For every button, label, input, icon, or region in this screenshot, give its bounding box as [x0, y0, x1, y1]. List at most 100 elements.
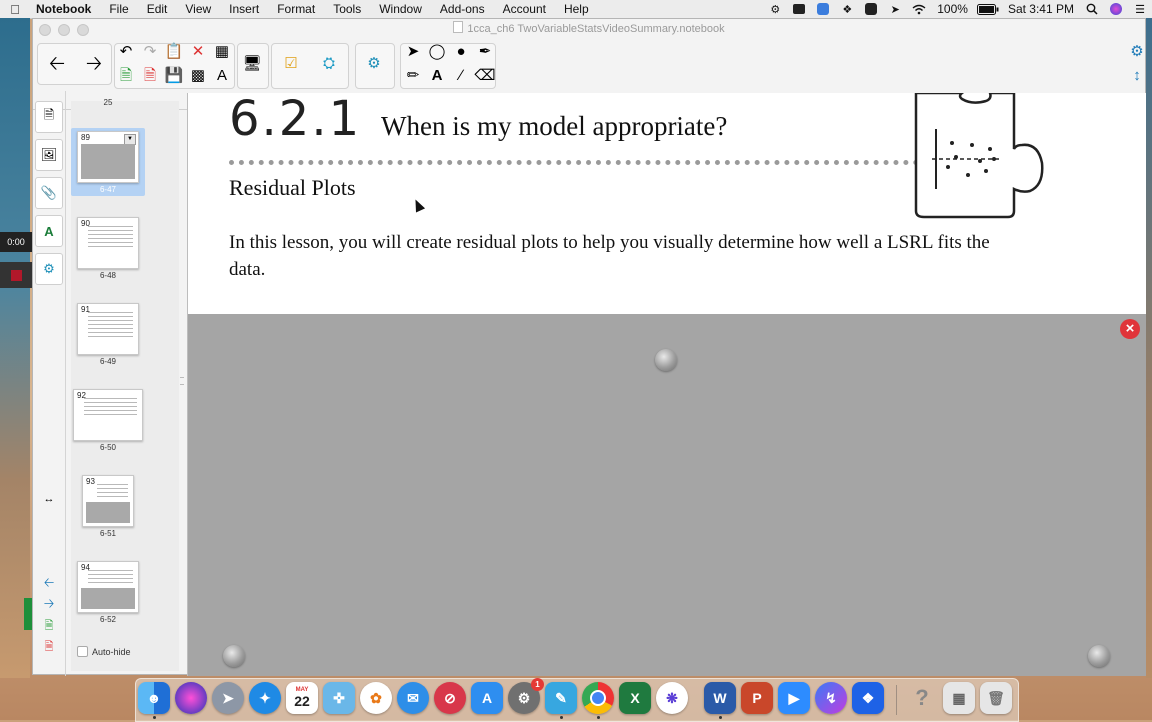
chrome-icon[interactable] [582, 682, 614, 714]
select-tool-icon[interactable]: ➤ [403, 41, 423, 61]
line-tool-icon[interactable]: ∕ [451, 65, 471, 85]
messages-icon[interactable]: ✉ [397, 682, 429, 714]
page-thumbnail[interactable]: 90 6-48 [71, 217, 145, 280]
sidebar-next-page-icon[interactable]: 🡢 [37, 596, 61, 614]
excel-icon[interactable]: X [619, 682, 651, 714]
redo-icon[interactable]: ↷ [140, 41, 160, 61]
menu-edit[interactable]: Edit [138, 2, 177, 16]
menu-format[interactable]: Format [268, 2, 324, 16]
auto-hide-checkbox[interactable] [77, 646, 88, 657]
menu-file[interactable]: File [100, 2, 137, 16]
settings-gear-icon[interactable]: ⚙ [1127, 41, 1147, 61]
auto-hide-toggle[interactable]: Auto-hide [77, 646, 131, 657]
gear-status-icon[interactable]: ⚙ [766, 2, 784, 16]
lab-activity-icon[interactable]: ⛭ [319, 53, 339, 73]
shapes-tool-icon[interactable]: ◯ [427, 41, 447, 61]
magic-pen-icon[interactable]: ✒ [475, 41, 495, 61]
delete-icon[interactable]: ✕ [188, 41, 208, 61]
handwriting-recognition-icon[interactable]: A [212, 65, 232, 85]
properties-tab[interactable]: A [35, 215, 63, 247]
delete-page-icon[interactable]: 🗎 [140, 65, 160, 85]
page-thumbnail[interactable]: 91 6-49 [71, 303, 145, 366]
insert-table-icon[interactable]: ▦ [212, 41, 232, 61]
zoom-icon[interactable]: ▶ [778, 682, 810, 714]
dropbox-icon[interactable]: ❖ [852, 682, 884, 714]
previous-page-button[interactable]: 🡠 [43, 49, 71, 79]
record-button[interactable] [0, 262, 32, 288]
shade-handle-top[interactable] [655, 349, 677, 371]
page-thumbnail[interactable]: 89 ▼ 6-47 [71, 128, 145, 196]
safari-icon[interactable]: ✦ [249, 682, 281, 714]
system-preferences-icon[interactable]: ⚙ 1 [508, 678, 544, 714]
undo-icon[interactable]: ↶ [116, 41, 136, 61]
menu-tools[interactable]: Tools [324, 2, 370, 16]
menu-add-ons[interactable]: Add-ons [431, 2, 494, 16]
sidebar-add-page-icon[interactable]: 🗎 [37, 618, 61, 634]
word-icon[interactable]: W [704, 682, 736, 714]
menu-window[interactable]: Window [370, 2, 431, 16]
shade-handle-bottom-right[interactable] [1088, 645, 1110, 667]
powerpoint-icon[interactable]: P [741, 682, 773, 714]
help-question-icon[interactable]: ? [906, 682, 938, 714]
attachments-tab[interactable]: 📎 [35, 177, 63, 209]
sidebar-prev-page-icon[interactable]: 🡠 [37, 575, 61, 593]
window-close-button[interactable] [39, 24, 51, 36]
save-icon[interactable]: 💾 [164, 65, 184, 85]
teamviewer-icon[interactable] [814, 2, 832, 16]
paste-icon[interactable]: 📋 [164, 41, 184, 61]
page-thumbnail[interactable]: 93 6-51 [71, 475, 145, 538]
window-minimize-button[interactable] [58, 24, 70, 36]
menu-extras-icon[interactable] [862, 2, 880, 16]
gallery-tab[interactable]: 🖼 [35, 139, 63, 171]
page-thumbnail[interactable]: 94 6-52 [71, 561, 145, 624]
classroom-app-icon[interactable]: ❋ [656, 682, 688, 714]
screen-shade-icon[interactable]: ▩ [188, 65, 208, 85]
app-store-icon[interactable]: A [471, 682, 503, 714]
eraser-tool-icon[interactable]: ⌫ [474, 65, 495, 85]
close-shade-button[interactable]: × [1120, 319, 1140, 339]
add-page-icon[interactable]: 🗎 [116, 65, 136, 85]
clock[interactable]: Sat 3:41 PM [1002, 2, 1080, 16]
page-thumbnail[interactable]: 92 6-50 [71, 389, 145, 452]
menu-account[interactable]: Account [494, 2, 555, 16]
page-sorter-tab[interactable]: 🗎 [35, 101, 63, 133]
finder-icon[interactable]: ☻ [138, 682, 170, 714]
launchpad-icon[interactable]: ➤ [212, 682, 244, 714]
pen-tool-icon[interactable]: ✏ [403, 65, 423, 85]
response-icon[interactable]: ☑ [281, 53, 301, 73]
calendar-icon[interactable]: MAY 22 [286, 682, 318, 714]
text-tool-icon[interactable]: A [427, 65, 447, 85]
siri-dock-icon[interactable] [175, 682, 207, 714]
maps-icon[interactable]: ✜ [323, 682, 355, 714]
menu-help[interactable]: Help [555, 2, 598, 16]
puzzle-addon-icon[interactable]: ⚙ [364, 53, 384, 73]
sidebar-resize-icon[interactable]: ↔ [37, 491, 61, 507]
downloads-stack-icon[interactable]: ▦ [943, 682, 975, 714]
display-screen-icon[interactable]: 🖥 [242, 53, 262, 73]
menu-insert[interactable]: Insert [220, 2, 268, 16]
wifi-icon[interactable] [910, 2, 928, 16]
siri-icon[interactable] [1107, 2, 1125, 16]
toolbar-move-icon[interactable]: ↕ [1127, 65, 1147, 85]
news-icon[interactable]: ⊘ [434, 682, 466, 714]
apple-menu-icon[interactable]:  [0, 2, 30, 17]
menu-view[interactable]: View [176, 2, 220, 16]
window-zoom-button[interactable] [77, 24, 89, 36]
photos-icon[interactable]: ✿ [360, 682, 392, 714]
fill-tool-icon[interactable]: ● [451, 41, 471, 61]
messenger-icon[interactable]: ↯ [815, 682, 847, 714]
sidebar-delete-page-icon[interactable]: 🗎 [37, 639, 61, 655]
notification-center-icon[interactable]: ☰ [1131, 2, 1149, 16]
addons-tab[interactable]: ⚙ [35, 253, 63, 285]
battery-icon[interactable] [976, 2, 999, 16]
shade-handle-bottom-left[interactable] [223, 645, 245, 667]
sorter-splitter[interactable] [178, 101, 186, 671]
page-canvas[interactable]: 6.2.1 When is my model appropriate? Resi… [187, 93, 1146, 676]
smart-notebook-icon[interactable]: ✎ [545, 682, 577, 714]
next-page-button[interactable]: 🡢 [80, 49, 108, 79]
dropbox-status-icon[interactable]: ❖ [838, 2, 856, 16]
location-arrow-icon[interactable]: ➤ [886, 2, 904, 16]
spotlight-search-icon[interactable] [1083, 2, 1101, 16]
menu-app-name[interactable]: Notebook [30, 2, 100, 16]
trash-icon[interactable]: 🗑 [980, 682, 1012, 714]
